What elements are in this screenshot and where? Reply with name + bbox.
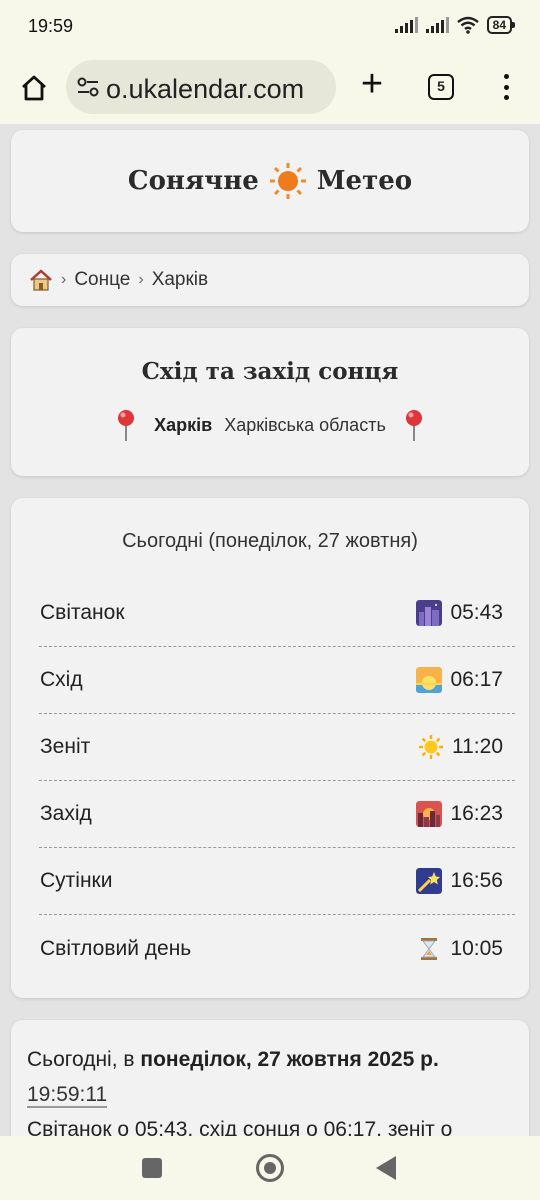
sun-time-label: Зеніт: [40, 735, 91, 758]
sun-time-label: Захід: [40, 802, 92, 825]
night-city-icon: [416, 600, 443, 626]
summary-card: Сьогодні, в понеділок, 27 жовтня 2025 р.…: [11, 1020, 529, 1136]
sun-time-row: Світанок 05:43: [39, 580, 515, 647]
shooting-star-icon: [416, 868, 443, 894]
live-clock: 19:59:11: [27, 1083, 108, 1108]
hourglass-icon: [421, 937, 438, 960]
sunset-city-icon: [416, 801, 443, 827]
tab-switcher-button[interactable]: 5: [428, 74, 454, 100]
sun-time-label: Світловий день: [40, 936, 192, 960]
site-header: Сонячне Метео: [11, 130, 529, 232]
sun-times-card: Сьогодні (понеділок, 27 жовтня) Світанок…: [11, 498, 529, 998]
sun-time-value: 11:20: [452, 735, 503, 758]
location-header: Схід та захід сонця Харків Харківська об…: [11, 328, 529, 476]
sun-time-row: Зеніт 11:20: [39, 714, 515, 781]
sun-time-label: Світанок: [40, 601, 125, 624]
breadcrumb-sun[interactable]: Сонце: [74, 269, 130, 291]
url-text[interactable]: o.ukalendar.com: [106, 74, 336, 105]
sun-time-row: Сутінки 16:56: [39, 848, 515, 915]
breadcrumb-city[interactable]: Харків: [152, 269, 208, 291]
sun-icon: [419, 735, 443, 759]
sun-time-value: 16:56: [450, 869, 503, 892]
map-pin-icon: [118, 410, 135, 441]
sun-time-value: 05:43: [450, 601, 503, 624]
status-icons: 84: [394, 16, 516, 34]
status-bar: 19:59 84: [0, 0, 540, 56]
address-bar[interactable]: o.ukalendar.com: [66, 60, 336, 114]
site-settings-icon[interactable]: [76, 76, 100, 98]
site-logo[interactable]: Сонячне Метео: [11, 162, 529, 200]
back-button[interactable]: [376, 1156, 396, 1180]
summary-date: понеділок, 27 жовтня 2025 р.: [140, 1048, 439, 1071]
browser-menu-button[interactable]: [496, 70, 516, 104]
home-icon: [22, 75, 46, 101]
system-nav-bar: [0, 1136, 540, 1200]
sun-time-value: 16:23: [450, 802, 503, 825]
battery-icon: 84: [486, 16, 516, 34]
breadcrumb-separator: ›: [138, 271, 144, 288]
breadcrumb: › Сонце › Харків: [11, 254, 529, 306]
sunrise-icon: [416, 667, 443, 693]
sun-time-row: Світловий день 10:05: [39, 915, 515, 982]
web-page: Сонячне Метео › Сонце › Харків Схід та з…: [0, 124, 540, 1136]
status-time: 19:59: [28, 16, 74, 36]
home-nav-button[interactable]: [256, 1154, 284, 1182]
map-pin-icon: [405, 410, 422, 441]
page-title: Схід та захід сонця: [141, 358, 399, 385]
recents-button[interactable]: [142, 1158, 162, 1178]
sun-time-label: Схід: [40, 668, 83, 691]
sun-time-row: Захід 16:23: [39, 781, 515, 848]
summary-text: Світанок о 05:43, схід сонця о 06:17, зе…: [27, 1118, 453, 1136]
sun-time-value: 06:17: [450, 668, 503, 691]
summary-prefix: Сьогодні, в: [27, 1048, 141, 1071]
wifi-icon: [456, 16, 479, 34]
location-row: Харків Харківська область: [11, 408, 529, 442]
site-name-right: Метео: [316, 166, 413, 196]
sun-logo-icon: [269, 163, 306, 199]
location-region: Харківська область: [224, 414, 386, 435]
sun-time-value: 10:05: [450, 936, 503, 960]
cell-signal-icon: [394, 17, 418, 33]
new-tab-button[interactable]: +: [354, 64, 390, 108]
cell-signal-2-icon: [425, 17, 449, 33]
home-crumb-icon[interactable]: [29, 269, 53, 291]
browser-toolbar: o.ukalendar.com + 5: [0, 56, 540, 124]
sun-time-row: Схід 06:17: [39, 647, 515, 714]
sun-time-label: Сутінки: [40, 869, 113, 892]
today-heading: Сьогодні (понеділок, 27 жовтня): [122, 530, 418, 552]
location-city: Харків: [154, 414, 213, 435]
home-button[interactable]: [14, 68, 54, 108]
sun-times-list: Світанок 05:43 Схід 06:17 Зеніт 11:20 За…: [39, 580, 515, 982]
site-name-left: Сонячне: [127, 166, 259, 196]
breadcrumb-separator: ›: [61, 271, 67, 288]
